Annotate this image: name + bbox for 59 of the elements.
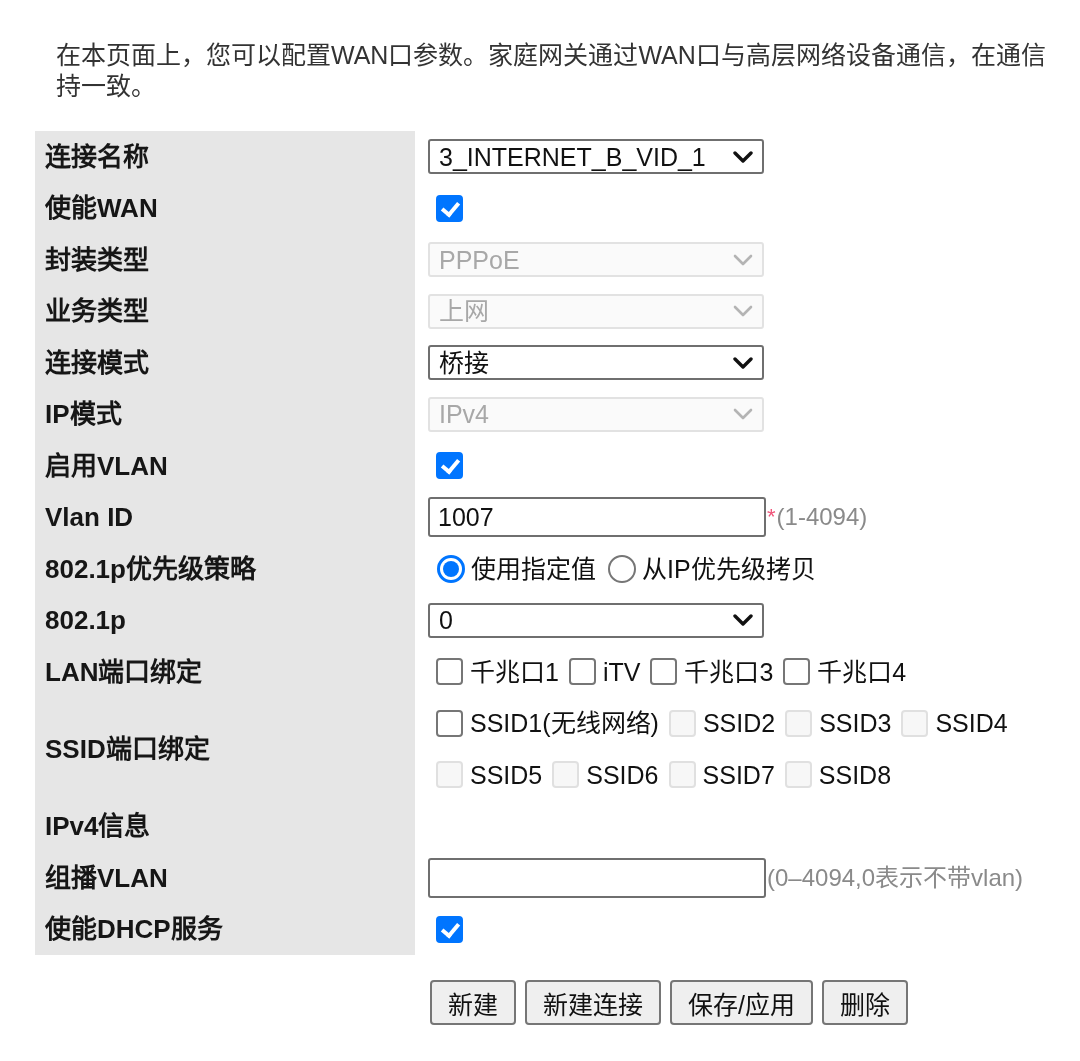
field-label: IPv4信息 [45,811,151,842]
checkbox[interactable] [436,452,463,480]
chevron-down-icon [733,150,753,163]
range-hint: (1-4094) [776,502,868,533]
checkbox-label: SSID2 [702,708,776,739]
field-label: IP模式 [45,399,122,430]
intro-text: 持一致。 [56,71,156,102]
text-field[interactable]: 1007 [428,497,766,538]
checkbox[interactable] [650,658,678,686]
checkbox-label: 千兆口3 [684,656,774,687]
checkbox-label: 千兆口4 [817,656,907,687]
field-label: 启用VLAN [45,450,168,481]
checkbox-label: SSID7 [702,759,775,790]
checkbox-label: SSID4 [935,708,1008,739]
action-button[interactable]: 保存/应用 [670,980,813,1025]
chevron-down-icon [733,408,753,421]
action-button[interactable]: 新建连接 [525,980,661,1025]
field-label: 连接名称 [45,141,149,172]
action-button[interactable]: 新建 [430,980,516,1025]
range-hint: (0–4094,0表示不带vlan) [767,862,1024,893]
field-label: LAN端口绑定 [45,656,203,687]
checkbox-label: SSID5 [470,759,543,790]
text-field[interactable] [428,857,766,898]
field-label: Vlan ID [45,502,134,533]
required-mark: * [767,503,776,532]
dropdown[interactable]: 桥接 [428,345,764,381]
field-label: 组播VLAN [45,862,168,893]
checkbox-label: 千兆口1 [470,656,559,687]
intro-text: 在本页面上，您可以配置WAN口参数。家庭网关通过WAN口与高层网络设备通信，在通信 [56,40,1046,71]
chevron-down-icon [733,356,753,369]
checkbox[interactable] [436,915,463,943]
field-label: 使能WAN [45,193,158,224]
checkbox[interactable] [568,658,596,686]
field-label: 封装类型 [45,244,149,275]
checkbox[interactable] [436,658,463,686]
dropdown[interactable]: 3_INTERNET_B_VID_1 [428,139,764,175]
checkbox-label: iTV [602,656,641,687]
checkbox[interactable] [783,658,811,686]
field-label: 连接模式 [45,347,149,378]
radio-button[interactable] [437,554,465,583]
checkbox[interactable] [436,194,463,222]
field-label: SSID端口绑定 [45,734,210,764]
radio-button[interactable] [608,554,636,583]
chevron-down-icon [733,253,753,266]
field-label: 使能DHCP服务 [45,914,223,945]
field-label: 802.1p [45,605,126,636]
dropdown[interactable]: 0 [428,602,764,638]
chevron-down-icon [733,305,753,318]
option-label: 使用指定值 [471,553,596,584]
chevron-down-icon [733,614,753,627]
checkbox-label: SSID6 [586,759,659,790]
checkbox[interactable] [436,709,463,737]
field-label: 业务类型 [45,296,149,327]
checkbox-label: SSID3 [819,708,892,739]
field-label: 802.1p优先级策略 [45,553,256,584]
option-label: 从IP优先级拷贝 [642,553,816,584]
checkbox-label: SSID1(无线网络) [470,708,659,739]
action-button[interactable]: 删除 [821,980,908,1025]
checkbox-label: SSID8 [818,759,892,790]
